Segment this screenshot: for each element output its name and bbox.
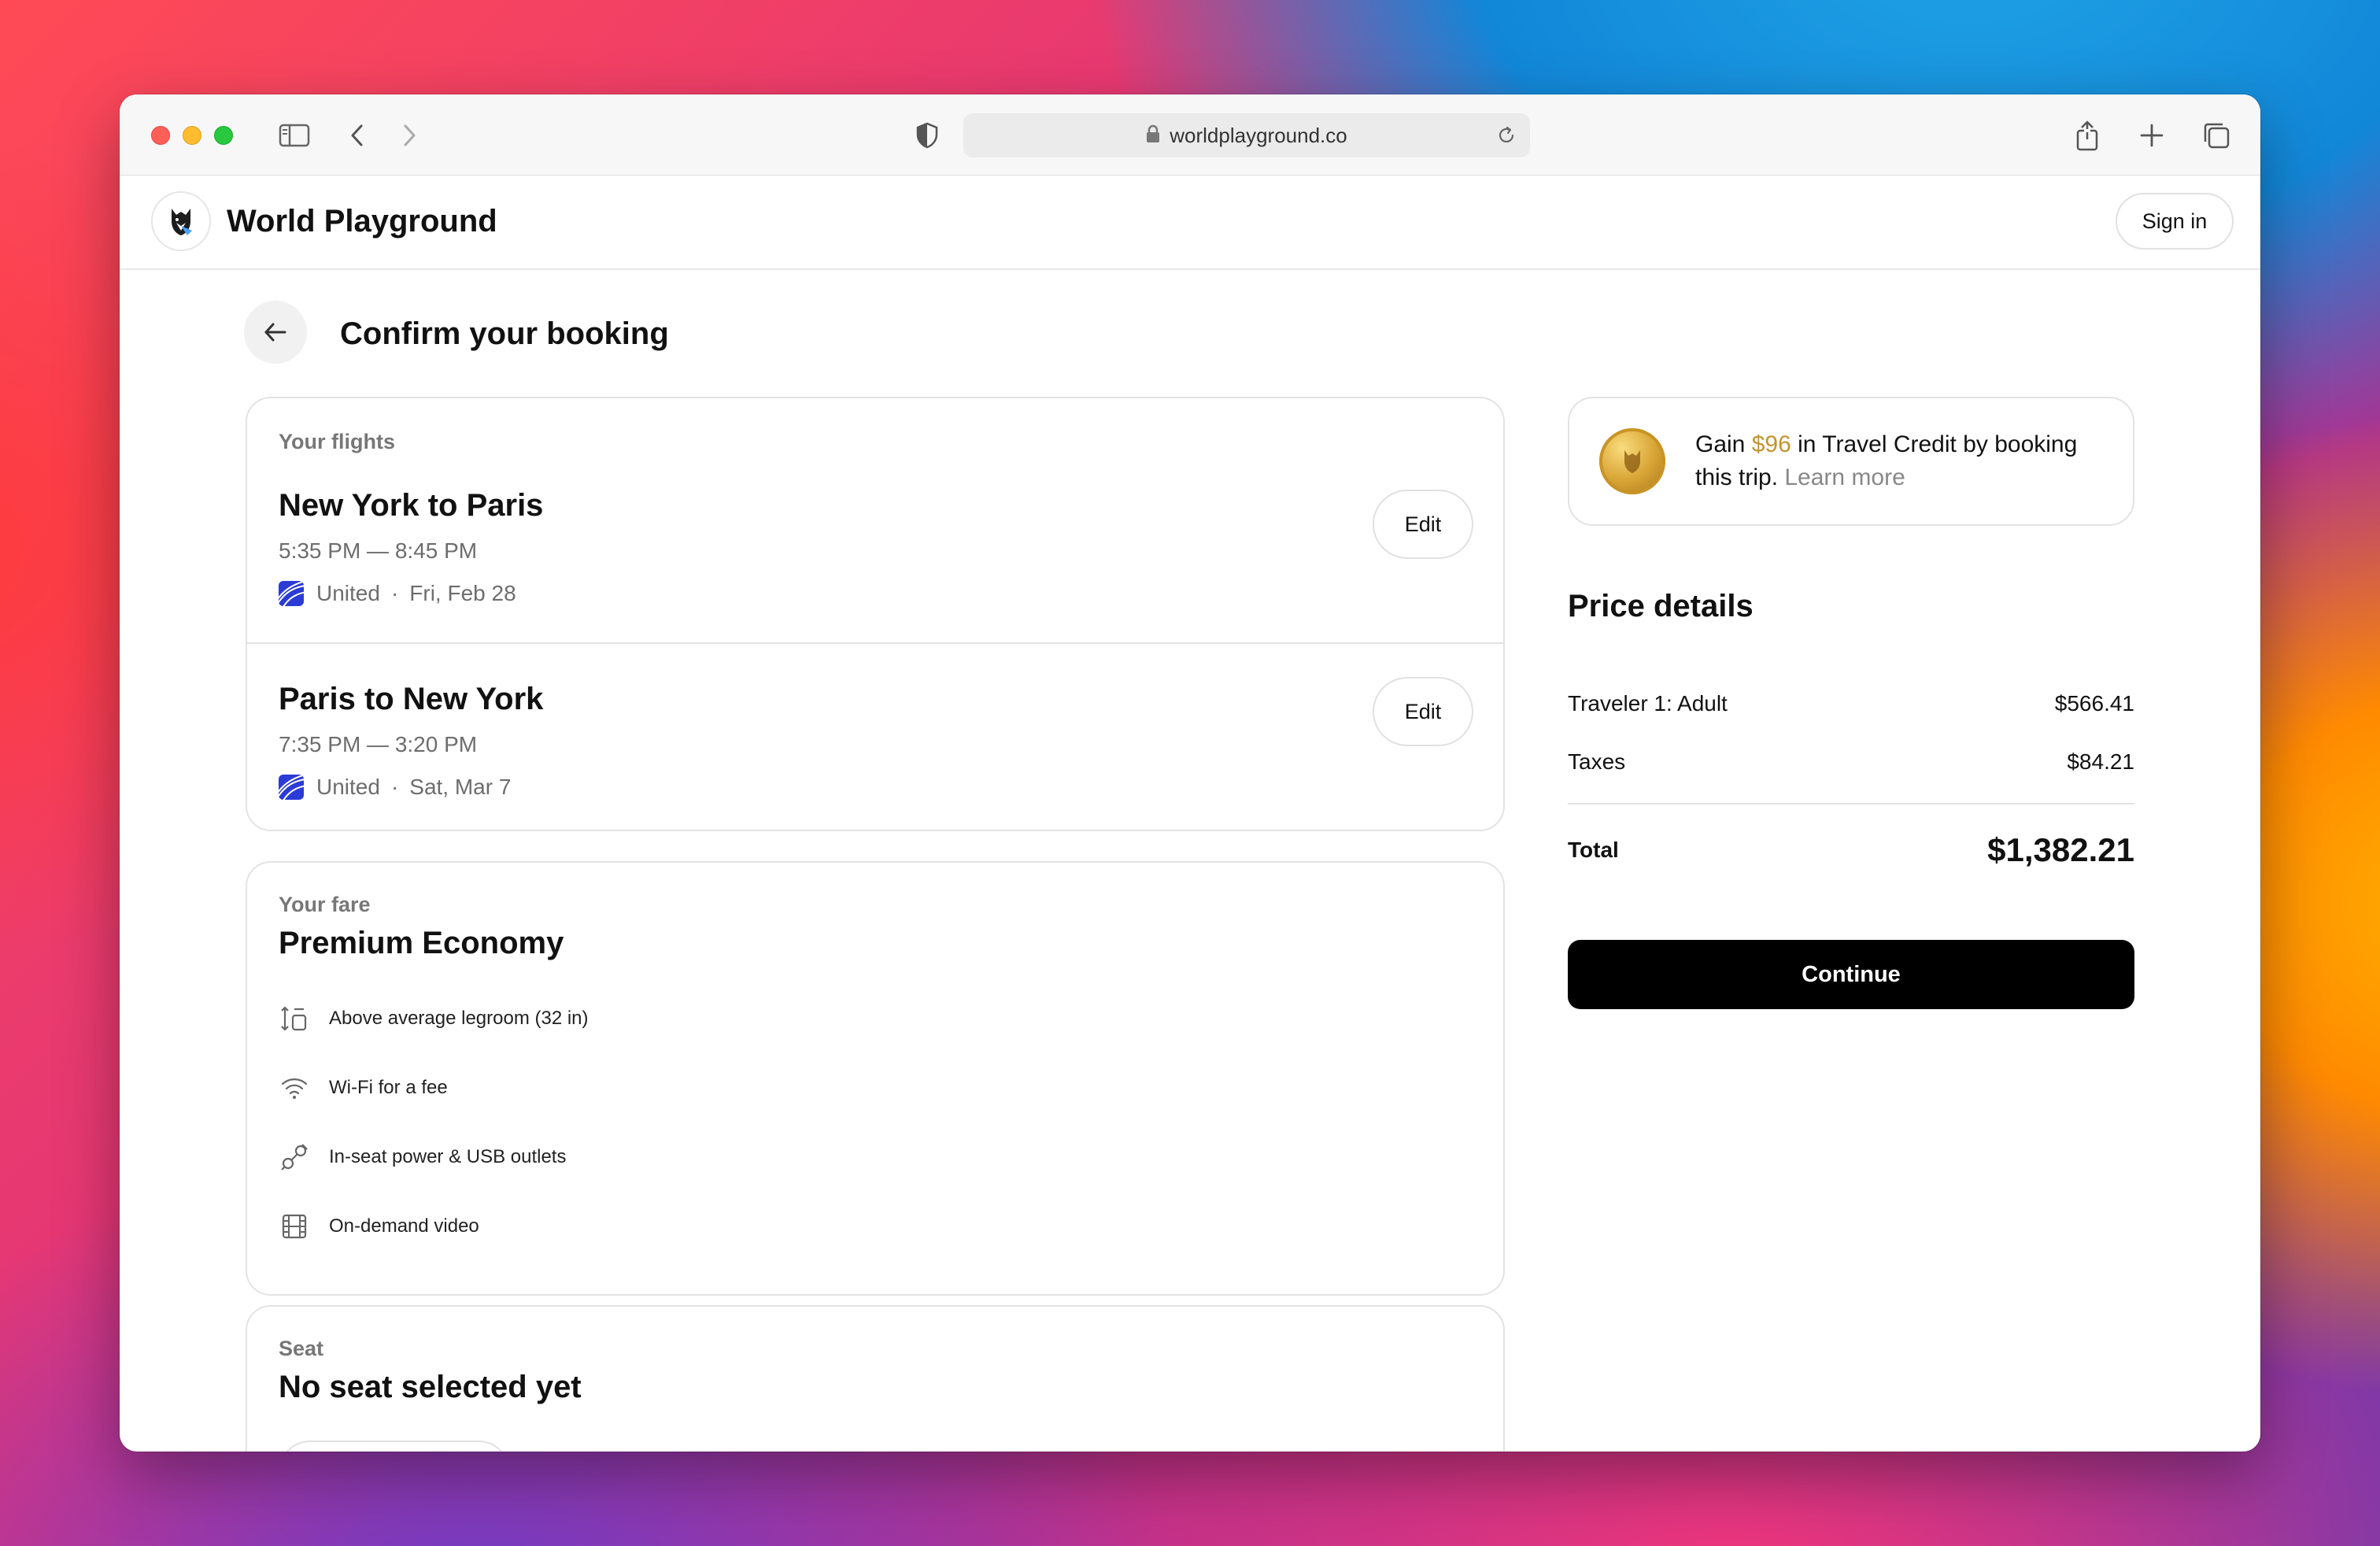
flight-meta: United · Sat, Mar 7 — [279, 775, 511, 800]
united-airline-icon — [279, 775, 304, 800]
travel-credit-banner: Gain $96 in Travel Credit by booking thi… — [1568, 397, 2134, 526]
flight-date: Fri, Feb 28 — [409, 581, 516, 605]
credit-amount: $96 — [1751, 431, 1791, 457]
price-row-label: Taxes — [1568, 749, 1626, 774]
airline-name: United — [316, 775, 380, 799]
edit-return-button[interactable]: Edit — [1373, 677, 1473, 746]
tab-overview-icon[interactable] — [2196, 115, 2237, 156]
new-tab-icon[interactable] — [2131, 115, 2172, 156]
flight-meta: United · Fri, Feb 28 — [279, 581, 516, 606]
share-icon[interactable] — [2067, 115, 2108, 156]
flight-date: Sat, Mar 7 — [409, 775, 512, 799]
brand-name[interactable]: World Playground — [227, 204, 497, 239]
price-row-amount: $566.41 — [2054, 691, 2134, 716]
feature-text: On-demand video — [329, 1215, 479, 1237]
flight-time: 5:35 PM — 8:45 PM — [279, 538, 478, 563]
flight-divider — [247, 642, 1503, 644]
continue-button[interactable]: Continue — [1568, 940, 2134, 1009]
flights-label: Your flights — [279, 430, 395, 453]
film-icon — [279, 1211, 310, 1242]
back-button[interactable] — [244, 301, 307, 364]
forward-icon[interactable] — [389, 115, 430, 156]
close-window-button[interactable] — [151, 126, 170, 145]
reload-icon[interactable] — [1491, 120, 1522, 151]
brand-logo[interactable] — [151, 191, 211, 251]
fare-label: Your fare — [279, 893, 371, 916]
credit-prefix: Gain — [1695, 431, 1752, 457]
site-header: World Playground Sign in — [120, 176, 2260, 270]
united-airline-icon — [279, 581, 304, 606]
meta-separator: · — [390, 775, 399, 799]
price-details-title: Price details — [1568, 589, 1754, 623]
seat-label: Seat — [279, 1337, 324, 1360]
price-divider — [1568, 803, 2134, 804]
total-amount: $1,382.21 — [1987, 831, 2134, 868]
zoom-window-button[interactable] — [214, 126, 233, 145]
flight-route: New York to Paris — [279, 488, 544, 523]
sign-in-button[interactable]: Sign in — [2116, 193, 2234, 250]
feature-text: Wi-Fi for a fee — [329, 1077, 448, 1098]
address-bar[interactable]: worldplayground.co — [963, 113, 1530, 157]
fare-feature: On-demand video — [279, 1208, 479, 1245]
husky-logo-icon — [172, 209, 192, 235]
minimize-window-button[interactable] — [183, 126, 201, 145]
travel-credit-text: Gain $96 in Travel Credit by booking thi… — [1695, 428, 2105, 494]
browser-toolbar: worldplayground.co — [120, 94, 2260, 176]
privacy-shield-icon[interactable] — [907, 115, 948, 156]
edit-outbound-button[interactable]: Edit — [1373, 490, 1473, 559]
meta-separator: · — [390, 581, 399, 605]
learn-more-link[interactable]: Learn more — [1784, 464, 1905, 490]
fare-feature: Wi-Fi for a fee — [279, 1069, 448, 1107]
travel-credit-coin-icon — [1599, 428, 1665, 494]
lock-icon — [1146, 124, 1160, 147]
flights-card: Your flights New York to Paris 5:35 PM —… — [246, 397, 1505, 831]
price-row-label: Traveler 1: Adult — [1568, 691, 1728, 716]
sidebar-toggle-icon[interactable] — [274, 115, 315, 156]
power-plug-icon — [279, 1141, 310, 1173]
page-title: Confirm your booking — [340, 316, 669, 351]
feature-text: Above average legroom (32 in) — [329, 1008, 589, 1029]
price-row: Traveler 1: Adult $566.41 — [1568, 691, 2134, 716]
legroom-icon — [279, 1003, 310, 1034]
arrow-left-icon — [264, 323, 286, 342]
airline-name: United — [316, 581, 380, 605]
fare-name: Premium Economy — [279, 926, 564, 960]
back-icon[interactable] — [337, 115, 378, 156]
fare-feature: In-seat power & USB outlets — [279, 1138, 566, 1176]
price-row-amount: $84.21 — [2067, 749, 2134, 774]
flight-time: 7:35 PM — 3:20 PM — [279, 732, 478, 756]
seat-card: Seat No seat selected yet — [246, 1305, 1505, 1452]
select-seat-button[interactable] — [279, 1441, 510, 1452]
fare-card: Your fare Premium Economy Above average … — [246, 861, 1505, 1296]
price-row: Taxes $84.21 — [1568, 749, 2134, 775]
flight-route: Paris to New York — [279, 682, 544, 716]
wifi-icon — [279, 1072, 310, 1104]
url-text: worldplayground.co — [1170, 123, 1347, 147]
seat-status: No seat selected yet — [279, 1370, 582, 1404]
feature-text: In-seat power & USB outlets — [329, 1146, 567, 1167]
browser-window: worldplayground.co World Playground Sign… — [120, 94, 2260, 1452]
fare-feature: Above average legroom (32 in) — [279, 1000, 589, 1037]
